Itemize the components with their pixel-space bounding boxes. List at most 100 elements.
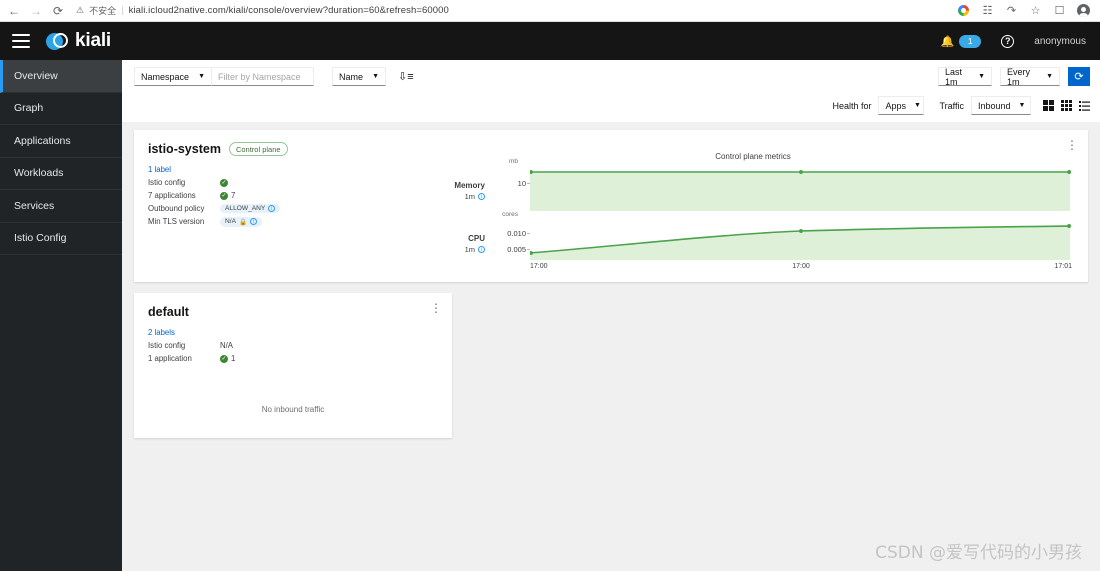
memory-tick: 10 bbox=[517, 179, 531, 188]
view-options-toolbar: Health for Apps ▼ Traffic Inbound ▼ bbox=[122, 93, 1100, 122]
sidebar-item-graph[interactable]: Graph bbox=[0, 93, 122, 125]
memory-title: Memory bbox=[454, 181, 485, 190]
cpu-tick-lower: 0.005 bbox=[507, 245, 530, 254]
chevron-down-icon: ▼ bbox=[198, 73, 205, 80]
refresh-interval-select[interactable]: Every 1m ▼ bbox=[1000, 67, 1060, 87]
refresh-button[interactable]: ⟳ bbox=[1068, 67, 1090, 86]
istio-config-status: ✓ bbox=[220, 178, 228, 187]
namespace-card-istio-system: ⋮ istio-system Control plane 1 label Ist… bbox=[134, 130, 1088, 282]
address-bar[interactable]: ⚠ 不安全 | kiali.icloud2native.com/kiali/co… bbox=[72, 3, 951, 19]
applications-row: 1 application ✓ 1 bbox=[148, 353, 438, 365]
applications-status: ✓ 1 bbox=[220, 354, 235, 363]
memory-chart-plot[interactable] bbox=[530, 167, 1072, 211]
notifications-button[interactable]: 🔔 1 bbox=[940, 34, 982, 48]
back-arrow-icon[interactable]: ← bbox=[6, 3, 22, 19]
istio-config-value: N/A bbox=[220, 341, 233, 351]
filter-by-namespace-input[interactable] bbox=[212, 67, 314, 86]
info-icon[interactable]: i bbox=[478, 193, 485, 200]
sort-field-label: Name bbox=[339, 71, 364, 82]
list-view-icon[interactable] bbox=[1079, 100, 1090, 111]
sidebar-item-istio-config[interactable]: Istio Config bbox=[0, 223, 122, 255]
card-menu-icon[interactable]: ⋮ bbox=[1066, 139, 1078, 151]
translate-icon[interactable]: ☷ bbox=[981, 4, 994, 17]
chevron-down-icon: ▼ bbox=[1046, 73, 1053, 80]
x-tick: 17:01 bbox=[1054, 263, 1072, 270]
health-for-select[interactable]: Apps ▼ bbox=[878, 96, 925, 115]
card-title: default bbox=[148, 305, 189, 319]
applications-label: 7 applications bbox=[148, 191, 196, 201]
metrics-title: Control plane metrics bbox=[715, 152, 791, 161]
card-metadata: 2 labels Istio config N/A 1 application … bbox=[148, 327, 438, 365]
labels-link[interactable]: 2 labels bbox=[148, 328, 175, 337]
bell-icon: 🔔 bbox=[940, 35, 955, 48]
brand-name: kiali bbox=[75, 30, 111, 51]
forward-arrow-icon[interactable]: → bbox=[28, 3, 44, 19]
cpu-chart-plot[interactable] bbox=[530, 220, 1072, 260]
grid-large-view-icon[interactable] bbox=[1043, 100, 1054, 111]
x-tick: 17:00 bbox=[792, 263, 810, 270]
sidebar-item-label: Overview bbox=[14, 69, 58, 82]
main-content: Namespace ▼ Name ▼ ⇩≡ Last 1m ▼ Every 1m… bbox=[122, 60, 1100, 571]
browser-extensions: ☷ ↷ ☆ ☐ bbox=[957, 4, 1094, 17]
bookmark-star-icon[interactable]: ☆ bbox=[1029, 4, 1042, 17]
memory-y-axis: mb 10 bbox=[490, 158, 531, 211]
sidebar-item-label: Workloads bbox=[14, 167, 64, 180]
sidebar-icon[interactable]: ☐ bbox=[1053, 4, 1066, 17]
notification-badge: 1 bbox=[959, 34, 982, 48]
kiali-mark-icon bbox=[46, 32, 68, 50]
memory-chart-label: Memory 1m i bbox=[434, 167, 490, 211]
chevron-down-icon: ▼ bbox=[914, 102, 921, 109]
traffic-direction-value: Inbound bbox=[978, 100, 1011, 111]
cpu-chart-row: CPU 1m i cores 0.010 0.005 bbox=[434, 211, 1072, 260]
namespace-filter-select[interactable]: Namespace ▼ bbox=[134, 67, 212, 86]
x-tick: 17:00 bbox=[530, 263, 548, 270]
istio-config-row: Istio config N/A bbox=[148, 340, 438, 352]
cpu-title: CPU bbox=[468, 234, 485, 243]
kiali-logo[interactable]: kiali bbox=[46, 30, 111, 52]
duration-label: Last 1m bbox=[945, 66, 963, 87]
sort-field-select[interactable]: Name ▼ bbox=[332, 67, 386, 86]
card-menu-icon[interactable]: ⋮ bbox=[430, 302, 442, 314]
url-text: kiali.icloud2native.com/kiali/console/ov… bbox=[128, 5, 449, 16]
info-icon[interactable]: i bbox=[268, 205, 276, 213]
cpu-y-axis: cores 0.010 0.005 bbox=[490, 211, 530, 260]
outbound-policy-value: ALLOW_ANY bbox=[225, 205, 266, 213]
info-icon[interactable]: i bbox=[250, 218, 258, 226]
traffic-label: Traffic bbox=[939, 100, 964, 111]
watermark: CSDN @爱写代码的小男孩 bbox=[875, 543, 1082, 563]
chart-x-axis: 17:00 17:00 17:01 bbox=[434, 263, 1072, 270]
browser-toolbar: ← → ⟳ ⚠ 不安全 | kiali.icloud2native.com/ki… bbox=[0, 0, 1100, 22]
memory-window: 1m bbox=[464, 192, 475, 201]
labels-link[interactable]: 1 label bbox=[148, 165, 171, 174]
help-icon[interactable]: ? bbox=[1001, 34, 1015, 48]
google-icon[interactable] bbox=[957, 4, 970, 17]
sidebar-item-workloads[interactable]: Workloads bbox=[0, 158, 122, 190]
url-divider: | bbox=[121, 5, 124, 16]
sidebar-item-services[interactable]: Services bbox=[0, 190, 122, 223]
share-icon[interactable]: ↷ bbox=[1005, 4, 1018, 17]
duration-select[interactable]: Last 1m ▼ bbox=[938, 66, 992, 87]
health-for-label: Health for bbox=[832, 100, 872, 111]
grid-compact-view-icon[interactable] bbox=[1061, 100, 1072, 111]
control-plane-metrics: Control plane metrics Memory 1m i mb 10 … bbox=[434, 152, 1072, 272]
card-header: default bbox=[148, 305, 438, 319]
check-circle-icon: ✓ bbox=[220, 354, 228, 363]
info-icon[interactable]: i bbox=[478, 246, 485, 253]
min-tls-version-value: N/A bbox=[225, 218, 236, 226]
namespace-card-default: ⋮ default 2 labels Istio config N/A 1 ap… bbox=[134, 293, 452, 438]
cpu-chart-label: CPU 1m i bbox=[434, 220, 490, 260]
hamburger-menu-icon[interactable] bbox=[12, 34, 30, 48]
sidebar-item-label: Services bbox=[14, 199, 55, 212]
cpu-unit: cores bbox=[502, 211, 518, 218]
user-menu[interactable]: anonymous bbox=[1034, 36, 1086, 47]
reload-icon[interactable]: ⟳ bbox=[50, 3, 66, 19]
memory-sublabel: 1m i bbox=[434, 192, 485, 201]
traffic-direction-select[interactable]: Inbound ▼ bbox=[971, 96, 1031, 115]
health-for-value: Apps bbox=[885, 100, 906, 111]
view-mode-group bbox=[1043, 100, 1090, 111]
sort-ascending-icon[interactable]: ⇩≡ bbox=[398, 70, 414, 83]
applications-count: 1 bbox=[231, 354, 236, 364]
sidebar-item-applications[interactable]: Applications bbox=[0, 125, 122, 158]
sidebar-item-overview[interactable]: Overview bbox=[0, 60, 122, 93]
profile-avatar-icon[interactable] bbox=[1077, 4, 1090, 17]
